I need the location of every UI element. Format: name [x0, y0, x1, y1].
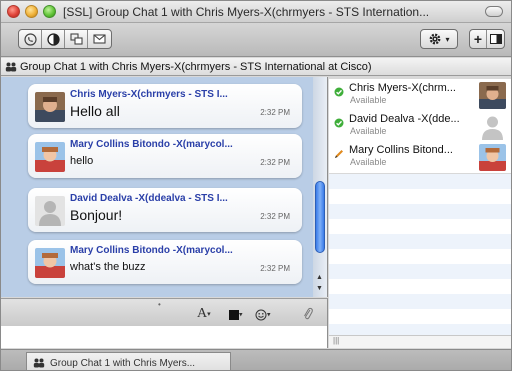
mail-icon	[93, 34, 106, 44]
roster-stripe	[329, 189, 511, 204]
roster-stripe	[329, 204, 511, 219]
settings-menu-button[interactable]: ▾	[420, 29, 458, 49]
title-bar: [SSL] Group Chat 1 with Chris Myers-X(ch…	[1, 1, 511, 23]
window-title: [SSL] Group Chat 1 with Chris Myers-X(ch…	[63, 5, 430, 19]
scroll-thumb[interactable]	[315, 181, 325, 253]
font-button[interactable]: A▾	[197, 307, 211, 321]
avatar-placeholder-icon	[35, 196, 65, 226]
roster-contact[interactable]: Chris Myers-X(chrm... Available	[329, 79, 511, 111]
scroll-up-icon[interactable]: ▲	[316, 274, 323, 281]
add-participant-button[interactable]: +	[470, 30, 488, 48]
tab-label: Group Chat 1 with Chris Myers...	[50, 357, 196, 369]
contact-name: Mary Collins Bitond...	[349, 144, 453, 156]
roster-contact[interactable]: Mary Collins Bitond... Available	[329, 141, 511, 173]
attach-button[interactable]	[303, 307, 313, 322]
message-input[interactable]	[1, 326, 328, 348]
roster-stripe	[329, 174, 511, 189]
message-sender: David Dealva -X(ddealva - STS I...	[70, 193, 228, 204]
contact-status: Available	[350, 95, 387, 105]
contact-name: Chris Myers-X(chrm...	[349, 82, 456, 94]
scroll-down-icon[interactable]: ▼	[316, 285, 323, 292]
text-color-button[interactable]: ▾	[229, 307, 243, 322]
avatar-mary-collins	[35, 142, 65, 172]
message-bubble: Mary Collins Bitondo -X(marycol... hello…	[28, 134, 302, 178]
roster-stripe	[329, 234, 511, 249]
chat-header: Group Chat 1 with Chris Myers-X(chrmyers…	[1, 58, 511, 76]
message-sender: Mary Collins Bitondo -X(marycol...	[70, 245, 233, 256]
message-text: what's the buzz	[70, 261, 146, 273]
roster-stripe	[329, 219, 511, 234]
presence-button[interactable]	[42, 30, 65, 48]
message-time: 2:32 PM	[260, 264, 290, 273]
phone-icon	[23, 32, 37, 46]
participant-list: Chris Myers-X(chrm... Available David De…	[329, 77, 511, 335]
message-bubble: Chris Myers-X(chrmyers - STS I... Hello …	[28, 84, 302, 128]
roster-stripe	[329, 279, 511, 294]
avatar-chris-myers	[35, 92, 65, 122]
roster-stripe	[329, 249, 511, 264]
message-text: Bonjour!	[70, 207, 123, 223]
window-icon	[69, 33, 83, 45]
chevron-down-icon: ▾	[239, 311, 243, 319]
chevron-down-icon: ▾	[207, 310, 211, 318]
message-sender: Mary Collins Bitondo -X(marycol...	[70, 139, 233, 150]
avatar-mary-collins	[479, 144, 506, 171]
available-icon	[334, 87, 344, 97]
avatar-mary-collins	[35, 248, 65, 278]
roster-stripe	[329, 264, 511, 279]
available-icon	[334, 118, 344, 128]
email-button[interactable]	[88, 30, 111, 48]
panel-icon	[489, 34, 502, 44]
message-list: Chris Myers-X(chrmyers - STS I... Hello …	[1, 77, 328, 297]
chat-window: [SSL] Group Chat 1 with Chris Myers-X(ch…	[0, 0, 512, 371]
smiley-icon	[255, 309, 267, 321]
avatar-chris-myers	[479, 82, 506, 109]
roster-contact[interactable]: David Dealva -X(dde... Available	[329, 110, 511, 142]
message-time: 2:32 PM	[260, 158, 290, 167]
chevron-down-icon: ▾	[267, 311, 271, 319]
compose-toolbar: • A▾ ▾ ▾	[1, 298, 328, 326]
message-bubble: David Dealva -X(ddealva - STS I... Bonjo…	[28, 188, 302, 232]
roster-resize-bar[interactable]: |||	[329, 335, 511, 348]
message-text: hello	[70, 155, 94, 167]
message-sender: Chris Myers-X(chrmyers - STS I...	[70, 89, 228, 100]
contact-status: Available	[350, 126, 387, 136]
roster-stripe	[329, 309, 511, 324]
message-scrollbar[interactable]: ▲ ▼	[313, 77, 327, 297]
minimize-window-button[interactable]	[25, 5, 38, 18]
paperclip-icon	[304, 307, 313, 320]
toolbar-toggle-button[interactable]	[485, 6, 503, 17]
typing-icon	[335, 150, 343, 158]
message-bubble: Mary Collins Bitondo -X(marycol... what'…	[28, 240, 302, 284]
call-button[interactable]	[19, 30, 42, 48]
contact-status: Available	[350, 157, 387, 167]
contact-name: David Dealva -X(dde...	[349, 113, 460, 125]
toolbar: ▾ +	[1, 23, 511, 57]
message-time: 2:32 PM	[260, 212, 290, 221]
tab-bar: Group Chat 1 with Chris Myers...	[1, 349, 511, 370]
chevron-down-icon: ▾	[445, 34, 450, 44]
emoticon-button[interactable]: ▾	[255, 307, 271, 322]
share-screen-button[interactable]	[65, 30, 88, 48]
gear-icon	[430, 33, 441, 45]
message-text: Hello all	[70, 103, 120, 119]
roster-stripe	[329, 294, 511, 309]
tab-group-chat-1[interactable]: Group Chat 1 with Chris Myers...	[26, 352, 231, 370]
sidebar-toggle-button[interactable]	[487, 30, 504, 48]
zoom-window-button[interactable]	[43, 5, 56, 18]
color-swatch-icon	[229, 310, 239, 321]
avatar-placeholder-icon	[479, 113, 506, 140]
close-window-button[interactable]	[7, 5, 20, 18]
group-icon	[5, 62, 17, 71]
font-label: A	[197, 306, 208, 322]
group-icon	[33, 358, 45, 368]
roster-stripe	[329, 324, 511, 335]
add-participant-button-group: +	[469, 29, 505, 49]
chat-title: Group Chat 1 with Chris Myers-X(chrmyers…	[20, 60, 372, 73]
toolbar-button-group	[18, 29, 112, 49]
resize-grip-icon[interactable]: •	[158, 300, 161, 309]
message-time: 2:32 PM	[260, 108, 290, 117]
contrast-icon	[46, 32, 60, 46]
